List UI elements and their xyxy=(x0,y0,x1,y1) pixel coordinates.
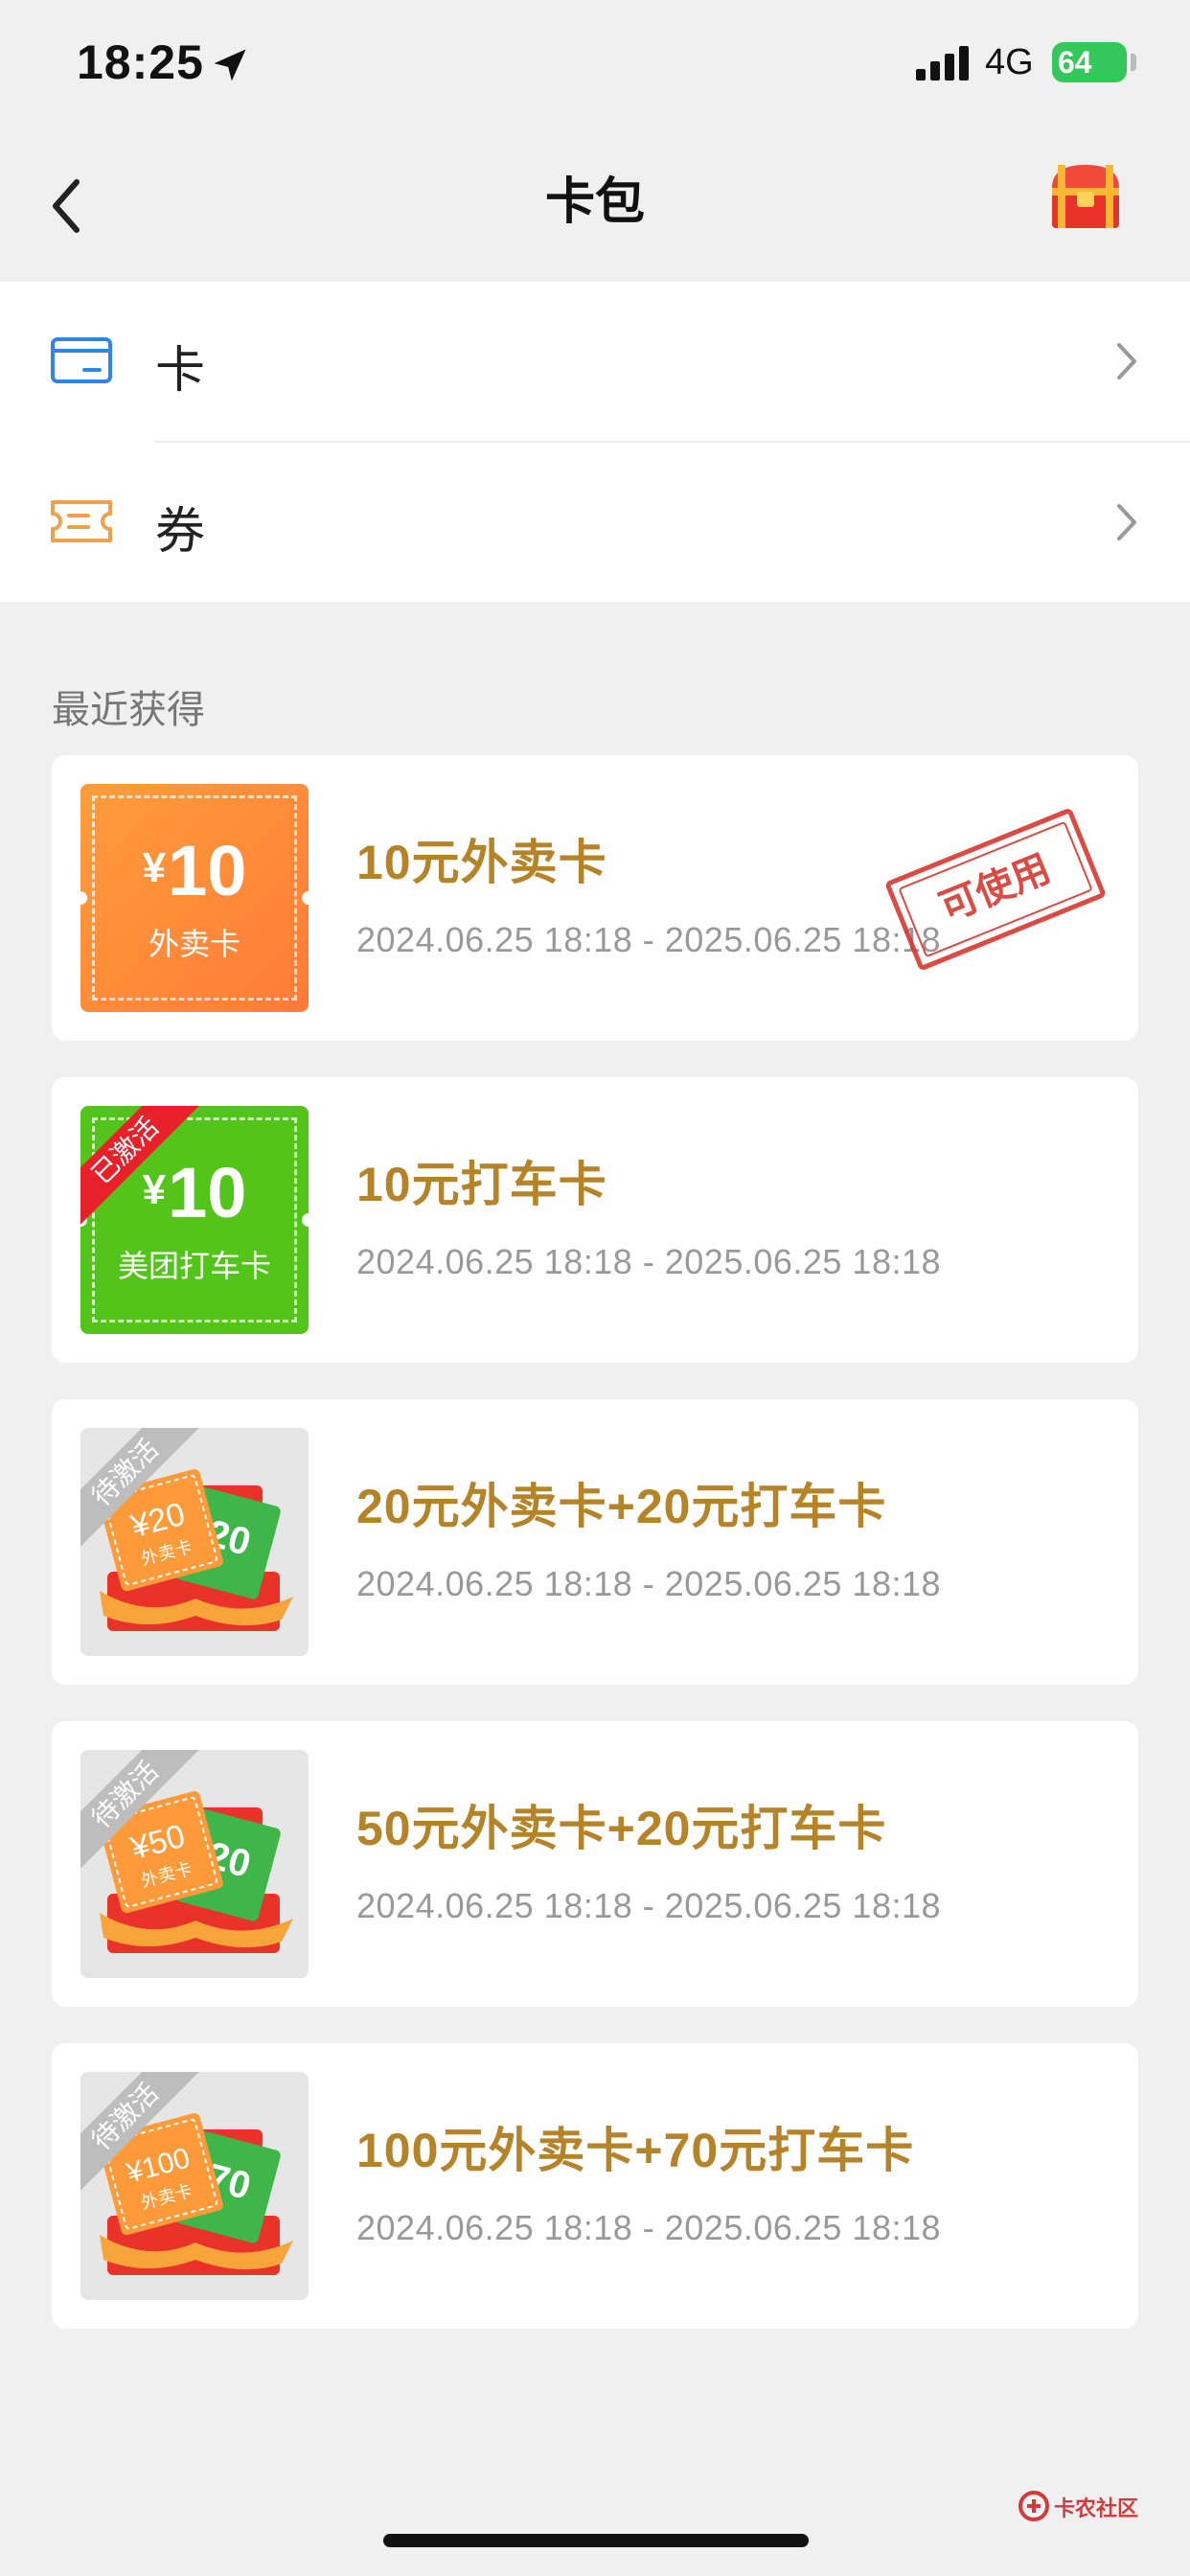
card-thumbnail: 70 ¥100 外卖卡 待激活 xyxy=(80,2072,309,2300)
battery-level: 64 xyxy=(1058,45,1092,80)
currency-symbol: ¥ xyxy=(142,1166,167,1213)
card-item[interactable]: 20 ¥50 外卖卡 待激活 50元外卖卡+20元打车卡 2024.06.25 1… xyxy=(52,1721,1138,2007)
card-icon xyxy=(51,337,112,383)
thumb-amount: ¥10 xyxy=(80,830,309,911)
card-date: 2024.06.25 18:18 - 2025.06.25 18:18 xyxy=(356,920,942,959)
battery-icon: 64 xyxy=(1052,42,1127,82)
card-title: 20元外卖卡+20元打车卡 xyxy=(356,1480,887,1533)
card-date: 2024.06.25 18:18 - 2025.06.25 18:18 xyxy=(356,2208,942,2247)
menu-label-coupon: 券 xyxy=(155,504,206,560)
card-thumbnail: ¥10 美团打车卡 已激活 xyxy=(80,1106,309,1334)
watermark: 卡农社区 xyxy=(1054,2496,1139,2520)
card-date: 2024.06.25 18:18 - 2025.06.25 18:18 xyxy=(356,1564,942,1603)
menu-list: 卡 券 xyxy=(0,282,1190,602)
menu-item-card[interactable]: 卡 xyxy=(0,282,1190,441)
card-thumbnail: 20 ¥50 外卖卡 待激活 xyxy=(80,1750,309,1978)
chevron-right-icon xyxy=(1117,343,1136,380)
thumb-label: 外卖卡 xyxy=(148,927,240,961)
card-item[interactable]: ¥10 美团打车卡 已激活 10元打车卡 2024.06.25 18:18 - … xyxy=(52,1077,1138,1363)
status-bar: 18:25 4G 64 xyxy=(0,0,1190,130)
amount-value: 10 xyxy=(168,831,247,910)
nav-bar: 卡包 xyxy=(0,134,1190,278)
thumb-label: 美团打车卡 xyxy=(117,1249,271,1283)
battery-cap xyxy=(1131,54,1136,71)
card-title: 50元外卖卡+20元打车卡 xyxy=(356,1802,887,1855)
card-item[interactable]: 20 ¥20 外卖卡 待激活 20元外卖卡+20元打车卡 2024.06.25 1… xyxy=(52,1399,1138,1685)
location-arrow-icon xyxy=(214,49,246,81)
page-title: 卡包 xyxy=(544,174,645,230)
card-title: 10元外卖卡 xyxy=(356,836,607,889)
card-thumbnail: ¥10 外卖卡 xyxy=(80,784,309,1012)
signal-icon xyxy=(916,46,969,80)
card-title: 100元外卖卡+70元打车卡 xyxy=(356,2124,915,2177)
ticket-icon xyxy=(51,500,112,542)
card-item[interactable]: 70 ¥100 外卖卡 待激活 100元外卖卡+70元打车卡 2024.06.25… xyxy=(52,2043,1138,2329)
card-date: 2024.06.25 18:18 - 2025.06.25 18:18 xyxy=(356,1242,942,1281)
watermark-logo-icon xyxy=(1018,2491,1049,2521)
chevron-right-icon xyxy=(1117,504,1136,540)
card-item[interactable]: ¥10 外卖卡 10元外卖卡 2024.06.25 18:18 - 2025.0… xyxy=(52,755,1138,1041)
available-stamp: 可使用 xyxy=(883,807,1108,972)
menu-item-coupon[interactable]: 券 xyxy=(0,443,1190,602)
card-title: 10元打车卡 xyxy=(356,1158,607,1211)
treasure-chest-icon[interactable] xyxy=(1044,155,1127,238)
currency-symbol: ¥ xyxy=(142,844,167,891)
home-indicator xyxy=(383,2534,809,2547)
network-label: 4G xyxy=(985,42,1034,82)
status-time: 18:25 xyxy=(77,35,204,89)
card-thumbnail: 20 ¥20 外卖卡 待激活 xyxy=(80,1428,309,1656)
amount-value: 10 xyxy=(168,1153,247,1232)
section-title: 最近获得 xyxy=(52,689,205,731)
card-date: 2024.06.25 18:18 - 2025.06.25 18:18 xyxy=(356,1886,942,1925)
menu-label-card: 卡 xyxy=(155,343,206,399)
